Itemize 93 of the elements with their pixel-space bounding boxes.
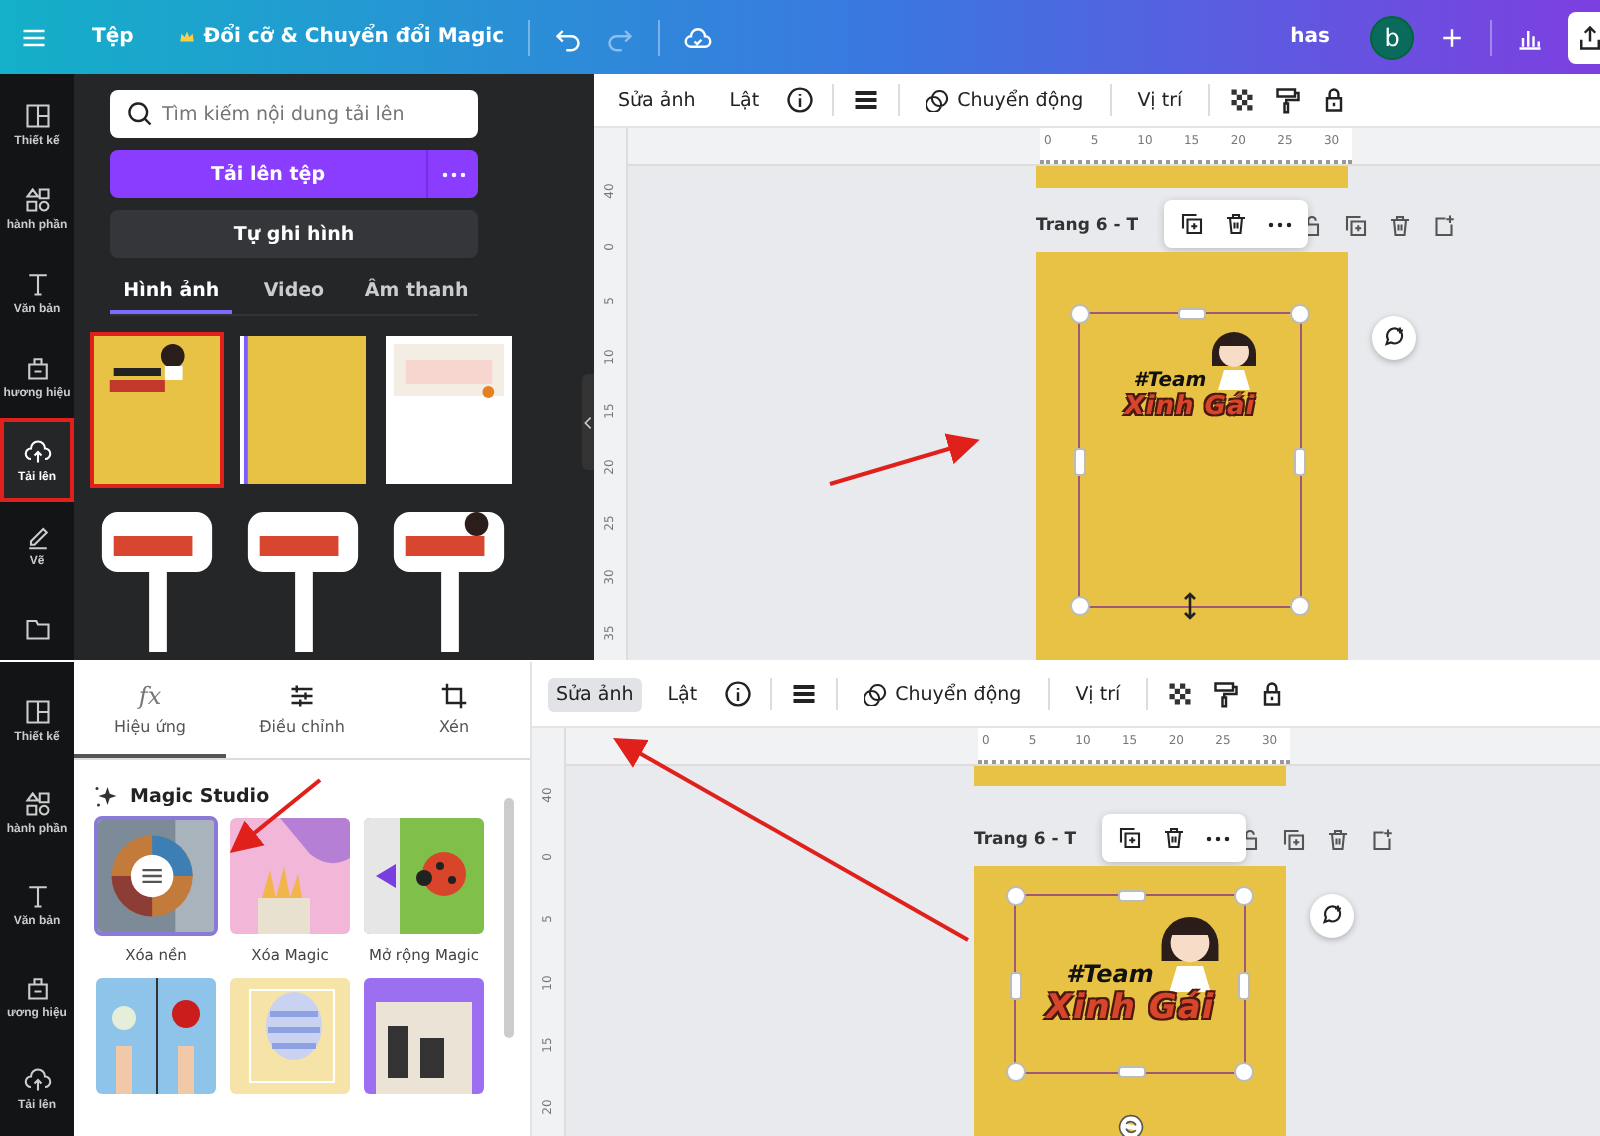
toolbar-button[interactable]: Vị trí: [1067, 677, 1129, 711]
more-icon: [441, 171, 465, 177]
motion-icon: [925, 88, 950, 112]
tab[interactable]: fx Hiệu ứng: [74, 662, 226, 758]
sparkle-icon: [94, 784, 118, 808]
border-style-icon[interactable]: [851, 86, 880, 114]
add-page-icon[interactable]: [1432, 214, 1456, 238]
design-text: #Team: [1133, 370, 1207, 392]
resize-handle[interactable]: [1118, 1066, 1146, 1078]
toolbar-button[interactable]: Sửa ảnh: [548, 677, 642, 711]
toolbar-button[interactable]: Vị trí: [1129, 83, 1191, 117]
toolbar-button[interactable]: Sửa ảnh: [610, 83, 704, 117]
info-icon[interactable]: [785, 86, 814, 114]
resize-handle[interactable]: [1010, 972, 1022, 1000]
tab[interactable]: Âm thanh: [355, 270, 478, 314]
comment-icon: [1382, 326, 1406, 350]
resize-handle[interactable]: [1234, 886, 1254, 906]
avatar[interactable]: b: [1370, 15, 1414, 59]
upload-button[interactable]: Tải lên tệp: [110, 150, 426, 198]
comment-button[interactable]: [1310, 894, 1354, 938]
toolbar-button[interactable]: Chuyển động: [917, 82, 1092, 118]
resize-handle[interactable]: [1238, 972, 1250, 1000]
duplicate-icon[interactable]: [1180, 212, 1204, 236]
more-icon[interactable]: [1268, 221, 1292, 227]
search-field[interactable]: Tìm kiếm nội dung tải lên: [110, 90, 478, 138]
shapes-icon: [23, 185, 51, 213]
border-style-icon[interactable]: [789, 680, 818, 708]
design-text: Xinh Gái: [1124, 392, 1256, 422]
folder-icon: [23, 614, 51, 642]
layout-icon: [23, 697, 51, 725]
share-button[interactable]: [1568, 11, 1600, 63]
resize-handle[interactable]: [1294, 448, 1306, 476]
page-label: Trang 6 - T: [974, 830, 1077, 850]
tab[interactable]: Hình ảnh: [110, 270, 233, 314]
user-name: has: [1290, 26, 1330, 48]
design-text: #Team: [1066, 960, 1154, 988]
trash-icon[interactable]: [1326, 828, 1350, 852]
crop-icon: [440, 681, 468, 709]
fx-icon: fx: [138, 681, 162, 709]
shapes-icon: [23, 789, 51, 817]
duplicate-icon[interactable]: [1344, 214, 1368, 238]
tab[interactable]: Video: [232, 270, 356, 314]
search-icon: [126, 100, 154, 128]
layout-icon: [23, 101, 51, 129]
resize-handle[interactable]: [1290, 304, 1310, 324]
plus-icon[interactable]: [1438, 23, 1466, 51]
trash-icon[interactable]: [1388, 214, 1412, 238]
transparency-icon[interactable]: [1166, 680, 1195, 708]
design-text: Xinh Gái: [1045, 988, 1215, 1028]
sliders-icon: [288, 681, 316, 709]
duplicate-icon[interactable]: [1118, 826, 1142, 850]
cloud-icon[interactable]: [684, 23, 713, 51]
share-icon: [1576, 23, 1600, 51]
upload-icon: [23, 1065, 51, 1093]
collapse-handle[interactable]: [582, 374, 594, 470]
comment-icon: [1320, 904, 1344, 928]
record-button[interactable]: Tự ghi hình: [110, 210, 478, 258]
comment-button[interactable]: [1372, 316, 1416, 360]
trash-icon[interactable]: [1162, 826, 1186, 850]
upload-icon: [23, 437, 51, 465]
paint-roller-icon[interactable]: [1212, 680, 1241, 708]
section-title: Magic Studio: [130, 785, 270, 807]
briefcase-icon: [23, 973, 51, 1001]
resize-handle[interactable]: [1074, 448, 1086, 476]
toolbar-button[interactable]: Lật: [721, 83, 768, 117]
text-icon: [23, 269, 51, 297]
page-label: Trang 6 - T: [1036, 216, 1139, 236]
resize-handle[interactable]: [1290, 596, 1310, 616]
crown-icon: [177, 28, 196, 46]
resize-cursor-icon: [1182, 592, 1198, 620]
more-icon[interactable]: [1206, 835, 1230, 841]
resize-handle[interactable]: [1006, 886, 1026, 906]
tab[interactable]: Điều chỉnh: [226, 662, 378, 758]
briefcase-icon: [23, 353, 51, 381]
resize-handle[interactable]: [1006, 1062, 1026, 1082]
duplicate-icon[interactable]: [1282, 828, 1306, 852]
resize-handle[interactable]: [1178, 308, 1206, 320]
tab[interactable]: Xén: [378, 662, 530, 758]
toolbar-button[interactable]: Lật: [659, 677, 706, 711]
add-page-icon[interactable]: [1370, 828, 1394, 852]
transparency-icon[interactable]: [1228, 86, 1257, 114]
chevron-icon: [584, 415, 592, 429]
text-icon: [23, 881, 51, 909]
toolbar-button[interactable]: Chuyển động: [855, 676, 1030, 712]
rotate-icon[interactable]: [1118, 1114, 1144, 1136]
resize-handle[interactable]: [1118, 890, 1146, 902]
info-icon[interactable]: [723, 680, 752, 708]
resize-handle[interactable]: [1234, 1062, 1254, 1082]
resize-handle[interactable]: [1070, 596, 1090, 616]
paint-roller-icon[interactable]: [1274, 86, 1303, 114]
resize-handle[interactable]: [1070, 304, 1090, 324]
trash-icon[interactable]: [1224, 212, 1248, 236]
motion-icon: [863, 682, 888, 706]
